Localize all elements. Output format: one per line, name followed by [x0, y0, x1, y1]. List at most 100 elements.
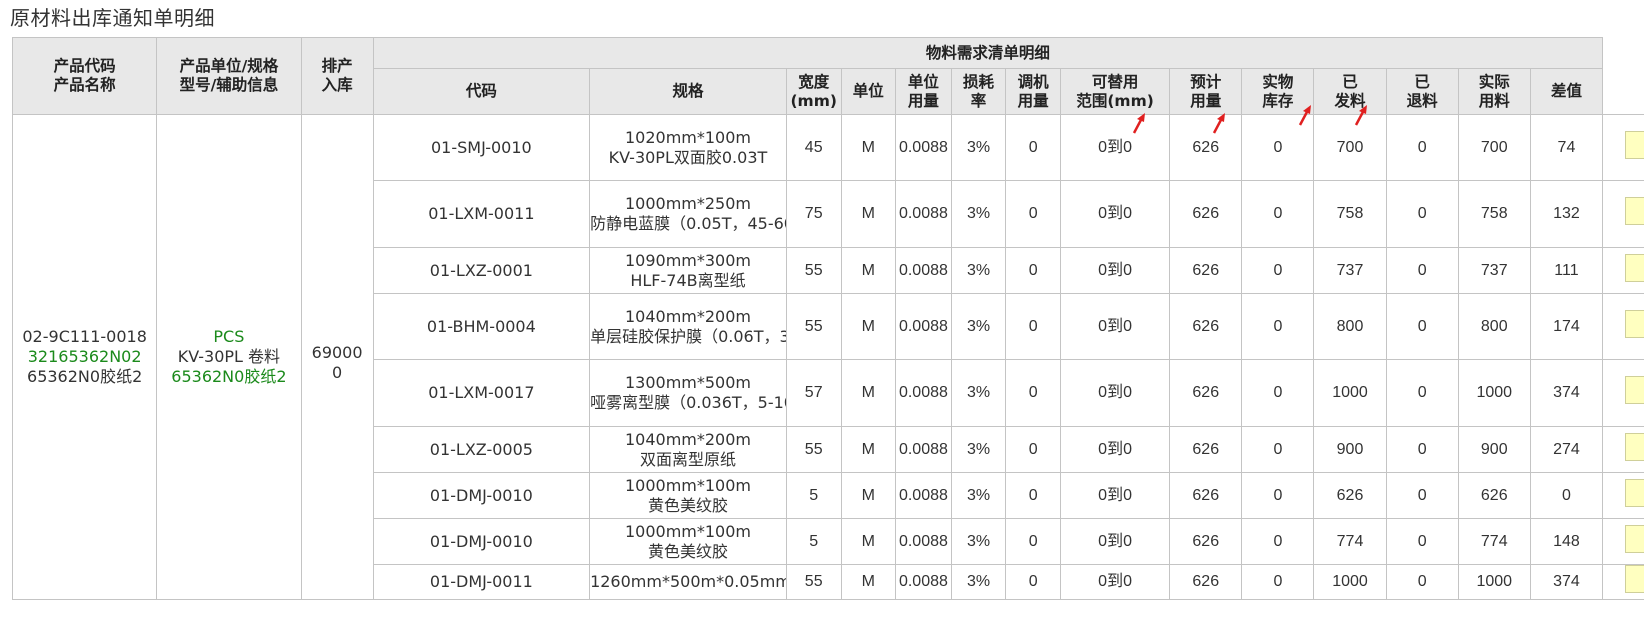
- cell-subst: 0到0: [1059, 518, 1171, 565]
- cell-spec: 1000mm*100m 黄色美纹胶: [589, 472, 787, 519]
- quantity-input-box[interactable]: [1625, 432, 1644, 461]
- cell-issued: 774: [1313, 518, 1387, 565]
- cell-width: 45: [785, 114, 842, 181]
- cell-subst: 0到0: [1059, 293, 1171, 360]
- cell-subst: 0到0: [1059, 247, 1171, 294]
- cell-diff: 274: [1529, 426, 1604, 473]
- cell-unit: M: [840, 180, 897, 248]
- cell-input[interactable]: [1602, 564, 1644, 600]
- cell-subst: 0到0: [1059, 472, 1171, 519]
- cell-stock: 0: [1241, 426, 1315, 473]
- header-planned-line1: 预计: [1190, 72, 1222, 91]
- product-unit: PCS: [213, 327, 245, 346]
- header-schedule-line1: 排产: [321, 57, 353, 75]
- spec-dimensions: 1260mm*500m*0.05mm: [590, 572, 787, 591]
- cell-stock: 0: [1241, 359, 1315, 427]
- cell-unit: M: [840, 426, 897, 473]
- cell-diff: 74: [1529, 114, 1604, 181]
- cell-unit: M: [840, 518, 897, 565]
- header-code: 代码: [372, 68, 591, 115]
- cell-diff: 174: [1529, 293, 1604, 360]
- cell-loss: 3%: [950, 518, 1007, 565]
- cell-spec: 1000mm*250m防静电蓝膜（0.05T，45-60g）: [589, 180, 787, 248]
- spec-dimensions: 1090mm*300m: [624, 250, 751, 270]
- quantity-input-box[interactable]: [1625, 130, 1644, 159]
- header-substitute: 可替用 范围(mm): [1059, 68, 1171, 115]
- header-returned-line1: 已: [1414, 72, 1430, 91]
- cell-stock: 0: [1241, 247, 1315, 294]
- cell-returned: 0: [1385, 180, 1459, 248]
- cell-subst: 0到0: [1059, 564, 1171, 600]
- header-product: 产品代码 产品名称: [11, 37, 158, 115]
- cell-issued: 700: [1313, 114, 1387, 181]
- cell-subst: 0到0: [1059, 426, 1171, 473]
- spec-description: 双面离型原纸: [639, 449, 736, 469]
- product-aux: 65362N0胶纸2: [171, 367, 287, 386]
- cell-input[interactable]: [1602, 180, 1644, 248]
- cell-code: 01-LXZ-0005: [372, 426, 591, 473]
- cell-unit: M: [840, 247, 897, 294]
- header-unit: 单位: [840, 68, 897, 115]
- cell-subst: 0到0: [1059, 114, 1171, 181]
- cell-planned: 626: [1169, 247, 1243, 294]
- cell-input[interactable]: [1602, 472, 1644, 519]
- cell-input[interactable]: [1602, 426, 1644, 473]
- cell-code: 01-DMJ-0010: [372, 518, 591, 565]
- cell-stock: 0: [1241, 180, 1315, 248]
- cell-actual: 758: [1457, 180, 1531, 248]
- header-diff: 差值: [1529, 68, 1604, 115]
- header-stock: 实物 库存: [1241, 68, 1315, 115]
- cell-loss: 3%: [950, 426, 1007, 473]
- spec-description: HLF-74B离型纸: [630, 270, 746, 290]
- cell-issued: 737: [1313, 247, 1387, 294]
- header-unit-usage-line2: 用量: [907, 91, 939, 110]
- cell-width: 55: [785, 247, 842, 294]
- cell-unit-usage: 0.0088: [895, 114, 952, 181]
- cell-input[interactable]: [1602, 518, 1644, 565]
- quantity-input-box[interactable]: [1625, 309, 1644, 338]
- header-spacer: [1602, 37, 1644, 115]
- quantity-input-box[interactable]: [1625, 197, 1644, 225]
- cell-actual: 900: [1457, 426, 1531, 473]
- cell-input[interactable]: [1602, 114, 1644, 181]
- cell-issued: 800: [1313, 293, 1387, 360]
- header-substitute-line1: 可替用: [1091, 72, 1139, 91]
- table-row: 02-9C111-0018 32165362N02 65362N0胶纸2 PCS…: [11, 114, 1644, 600]
- header-substitute-line2: 范围(mm): [1076, 91, 1154, 110]
- quantity-input-box[interactable]: [1625, 565, 1644, 593]
- cell-adjust: 0: [1005, 426, 1061, 473]
- schedule-qty-line2[interactable]: 0: [302, 363, 372, 383]
- cell-actual: 700: [1457, 114, 1531, 181]
- spec-dimensions: 1000mm*100m: [624, 475, 751, 495]
- spec-dimensions: 1300mm*500m: [624, 373, 751, 392]
- cell-spec: 1040mm*200m单层硅胶保护膜（0.06T，3-6g）: [589, 293, 787, 360]
- quantity-input-box[interactable]: [1625, 478, 1644, 507]
- product-model: KV-30PL 卷料: [177, 347, 281, 366]
- cell-input[interactable]: [1602, 359, 1644, 427]
- cell-input[interactable]: [1602, 247, 1644, 294]
- cell-unit: M: [840, 293, 897, 360]
- cell-subst: 0到0: [1059, 359, 1171, 427]
- cell-actual: 1000: [1457, 564, 1531, 600]
- schedule-qty-cell[interactable]: 69000 0: [300, 114, 374, 600]
- header-product-code: 产品代码: [53, 57, 116, 75]
- cell-returned: 0: [1385, 426, 1459, 473]
- cell-planned: 626: [1169, 564, 1243, 600]
- cell-returned: 0: [1385, 564, 1459, 600]
- quantity-input-box[interactable]: [1625, 253, 1644, 282]
- schedule-qty-line1[interactable]: 69000: [302, 343, 372, 363]
- quantity-input-box[interactable]: [1625, 376, 1644, 404]
- header-issued-line2: 发料: [1334, 91, 1366, 110]
- cell-issued: 626: [1313, 472, 1387, 519]
- cell-diff: 132: [1529, 180, 1604, 248]
- header-issued: 已发料: [1313, 68, 1387, 115]
- cell-adjust: 0: [1005, 359, 1061, 427]
- material-issue-table: 产品代码 产品名称 产品单位/规格 型号/辅助信息 排产 入库 物料需求清单明细…: [11, 37, 1644, 600]
- header-schedule-line2: 入库: [321, 76, 353, 94]
- cell-diff: 374: [1529, 564, 1604, 600]
- cell-code: 01-DMJ-0010: [372, 472, 591, 519]
- quantity-input-box[interactable]: [1625, 524, 1644, 553]
- cell-input[interactable]: [1602, 293, 1644, 360]
- header-issued-line1: 已: [1342, 72, 1358, 91]
- header-bom: 物料需求清单明细: [372, 37, 1604, 69]
